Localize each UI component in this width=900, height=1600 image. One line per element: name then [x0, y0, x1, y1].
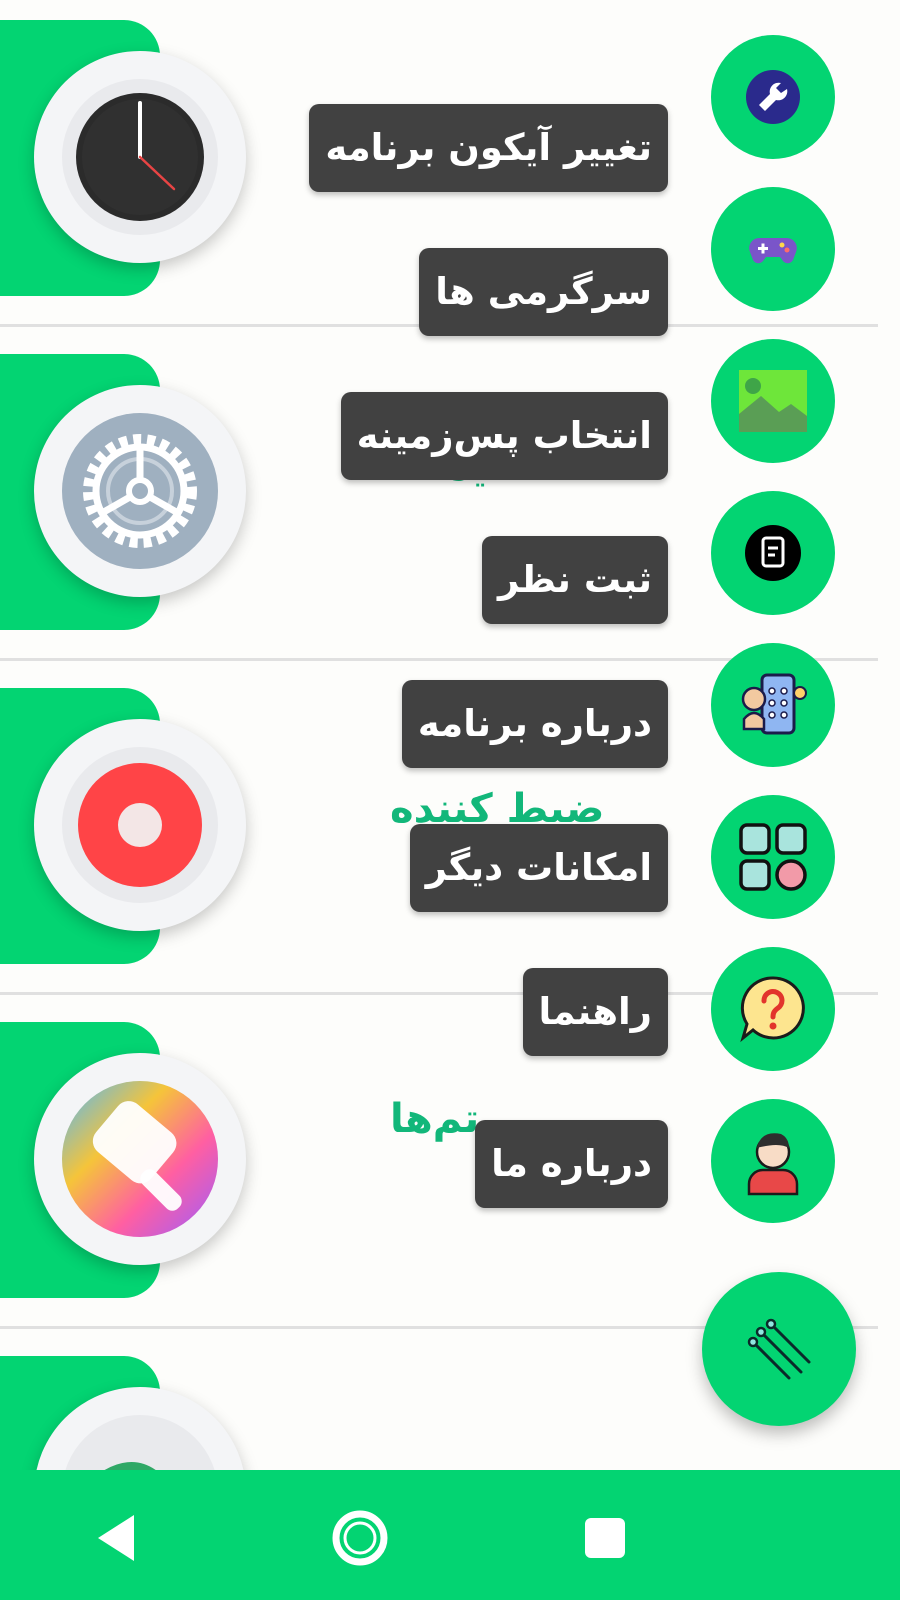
- nav-back-button[interactable]: [76, 1498, 156, 1578]
- row-icon-disc: [34, 51, 246, 263]
- user-avatar-icon: [747, 1133, 799, 1196]
- speed-dial-label[interactable]: سرگرمی ها: [419, 248, 668, 336]
- settings-gear-icon: [62, 413, 218, 569]
- phone-app-icon: [741, 673, 807, 735]
- row-icon-disc: [34, 1053, 246, 1265]
- record-icon: [78, 763, 202, 887]
- wrench-icon: [746, 70, 800, 124]
- sparkle-stars-icon: [747, 1318, 811, 1380]
- help-bubble-icon: [740, 976, 805, 1043]
- row-icon-disc: [34, 719, 246, 931]
- back-icon: [98, 1515, 134, 1561]
- image-icon: [739, 370, 807, 432]
- note-icon: [745, 525, 801, 581]
- speed-dial-label[interactable]: تغییر آیکون برنامه: [309, 104, 668, 192]
- paint-brush-icon: [62, 1081, 218, 1237]
- list-item-title: تم‌ها: [390, 1096, 480, 1142]
- home-icon: [332, 1510, 388, 1566]
- nav-recents-button[interactable]: [565, 1498, 645, 1578]
- speed-dial-label[interactable]: امکانات دیگر: [409, 824, 668, 912]
- fab-wallpaper[interactable]: [711, 339, 835, 463]
- fab-about-app[interactable]: [711, 643, 835, 767]
- nav-home-button[interactable]: [320, 1498, 400, 1578]
- speed-dial-label[interactable]: راهنما: [522, 968, 668, 1056]
- row-icon-disc: [34, 1387, 246, 1470]
- partial-app-icon: [104, 1462, 156, 1470]
- speed-dial-main-button[interactable]: [702, 1272, 856, 1426]
- app-screen: تنظیمات ضبط کننده: [0, 0, 900, 1470]
- fab-help[interactable]: [711, 947, 835, 1071]
- recents-icon: [585, 1518, 625, 1558]
- fab-more-features[interactable]: [711, 795, 835, 919]
- clock-icon: [76, 93, 204, 221]
- fab-about-us[interactable]: [711, 1099, 835, 1223]
- gamepad-icon: [749, 238, 797, 264]
- fab-games[interactable]: [711, 187, 835, 311]
- fab-change-icon[interactable]: [711, 35, 835, 159]
- speed-dial-label[interactable]: درباره برنامه: [401, 680, 668, 768]
- grid-apps-icon: [739, 823, 807, 891]
- speed-dial-label[interactable]: ثبت نظر: [482, 536, 668, 624]
- speed-dial-label[interactable]: انتخاب پس‌زمینه: [340, 392, 668, 480]
- system-nav-bar: [0, 1470, 900, 1600]
- fab-feedback[interactable]: [711, 491, 835, 615]
- speed-dial-label[interactable]: درباره ما: [475, 1120, 668, 1208]
- row-icon-disc: [34, 385, 246, 597]
